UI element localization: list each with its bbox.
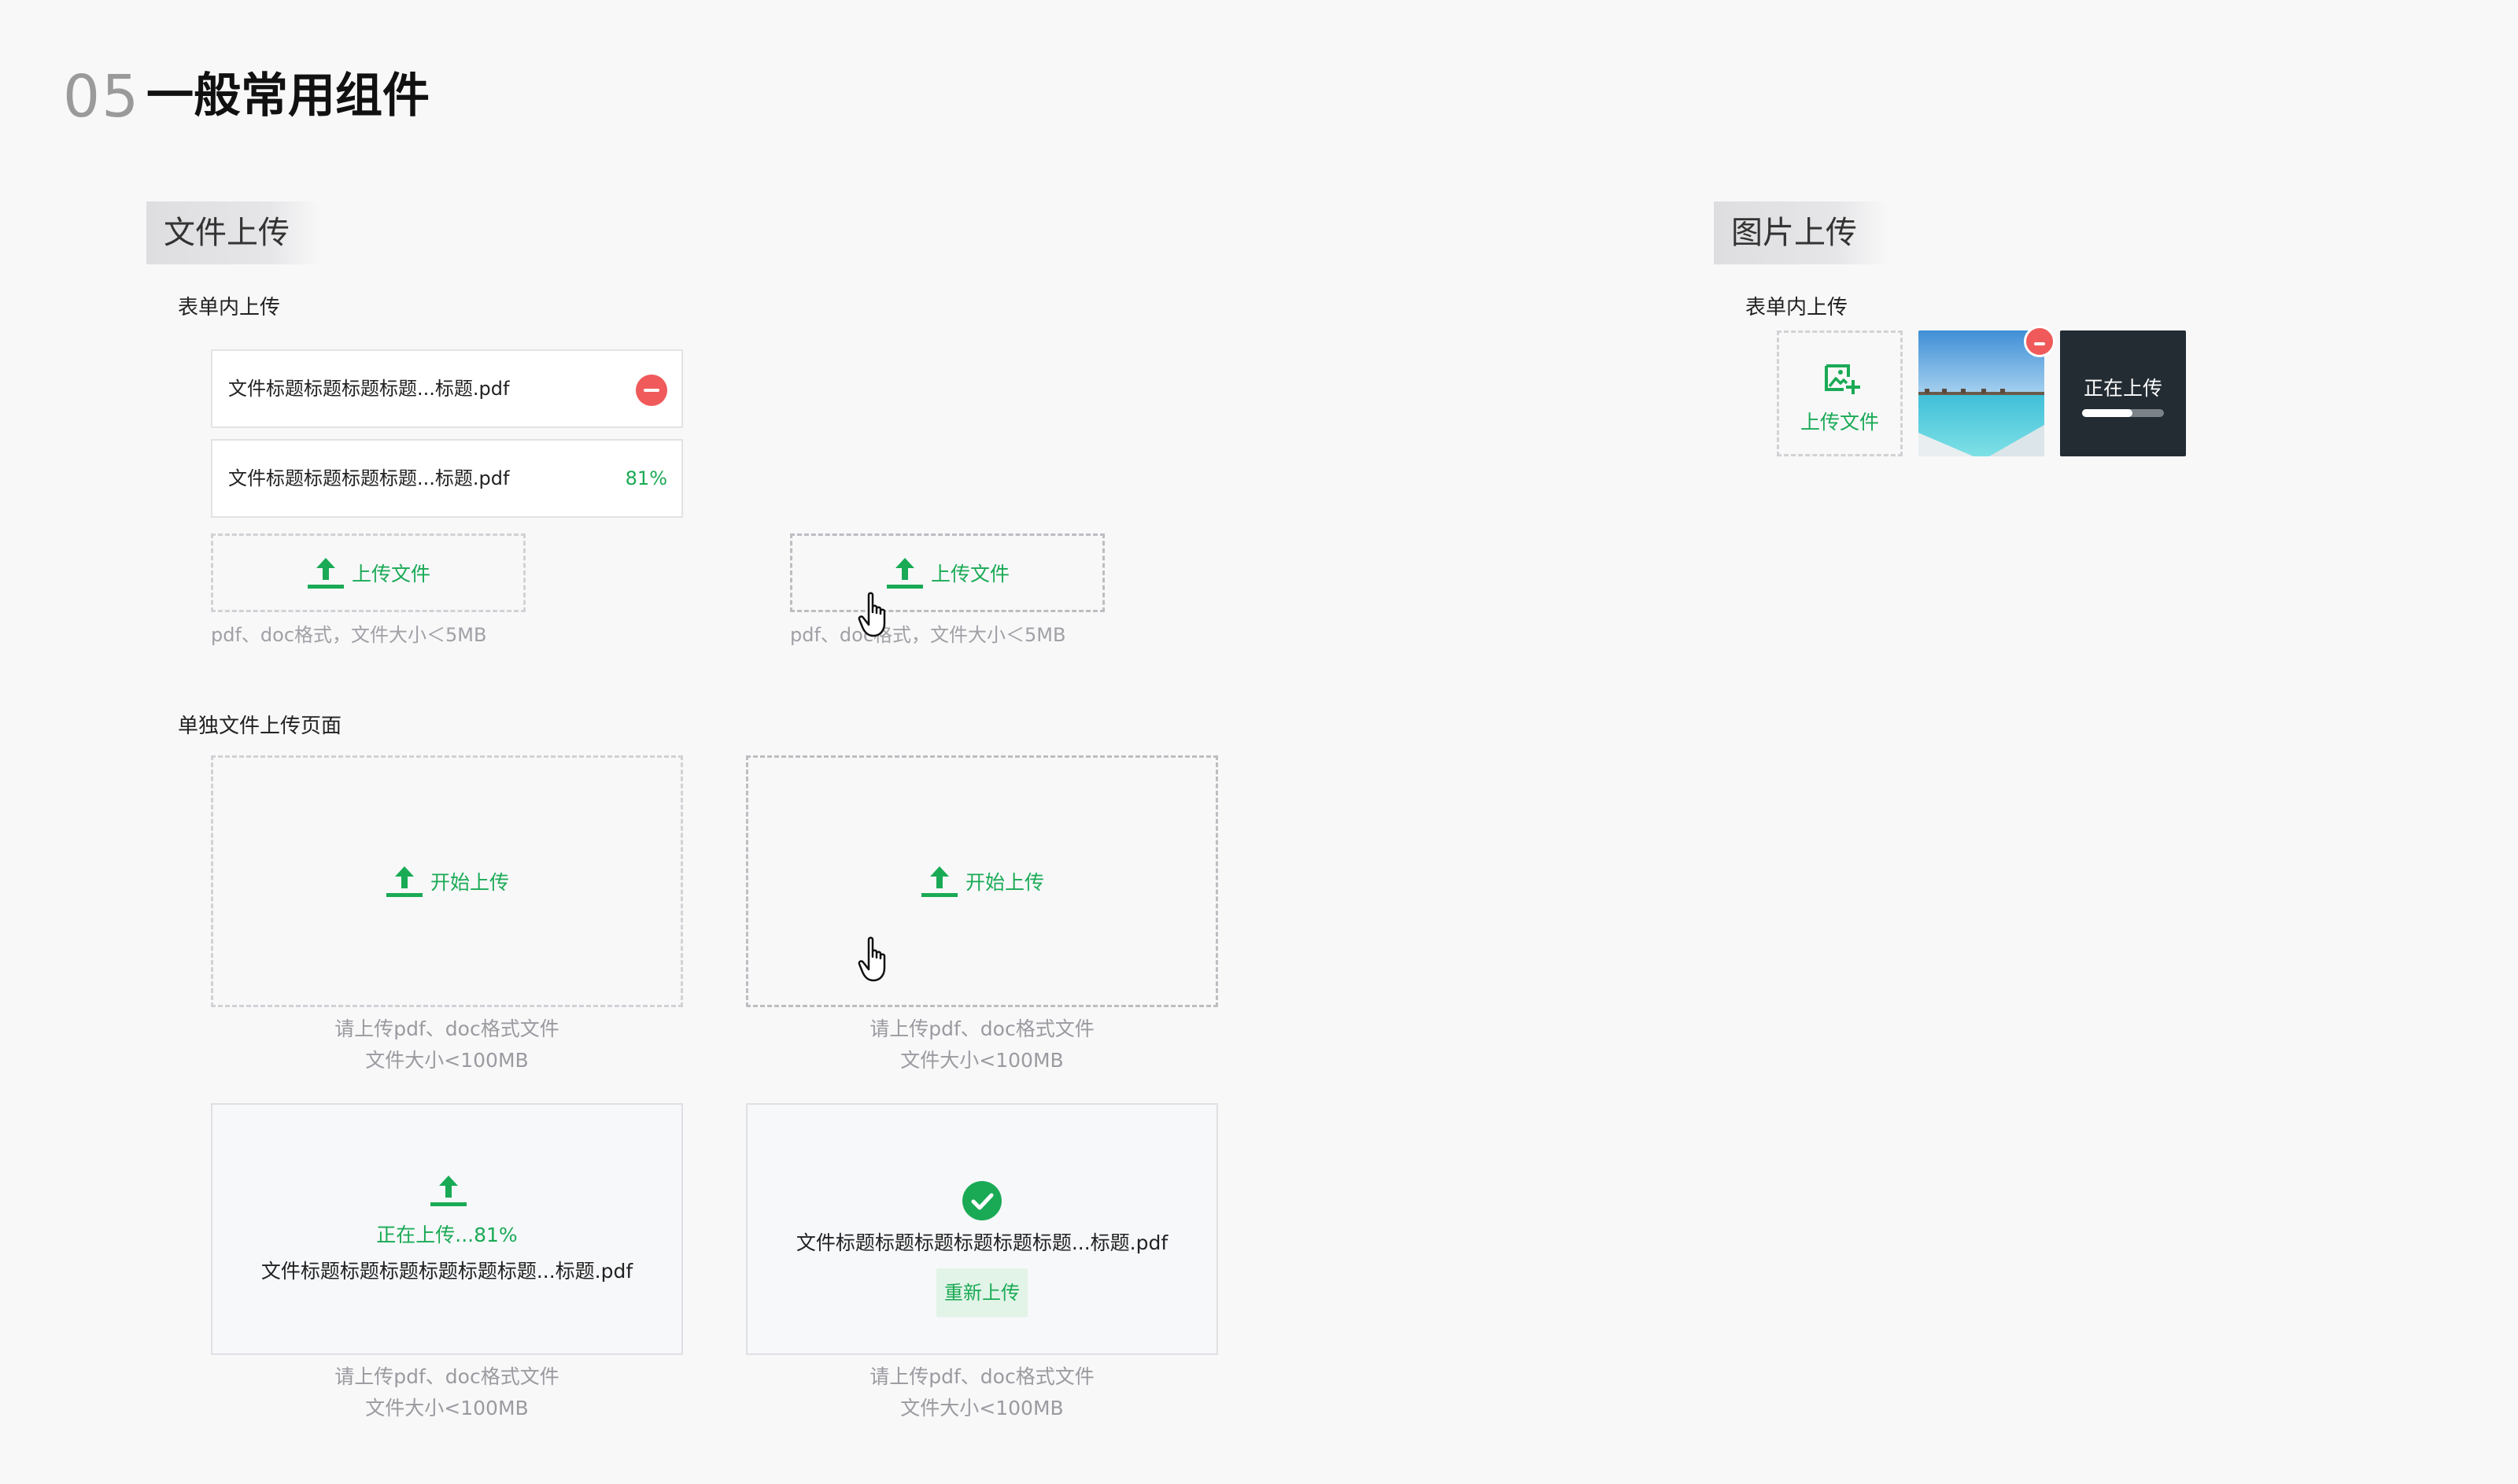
upload-arrow-icon: [430, 1176, 467, 1206]
dropzone-start-upload-hover[interactable]: 开始上传: [746, 755, 1218, 1007]
file-name: 文件标题标题标题标题...标题.pdf: [228, 378, 510, 400]
upload-arrow-icon: [921, 866, 958, 897]
upload-file-label: 上传文件: [930, 563, 1010, 585]
file-list-item: 文件标题标题标题标题...标题.pdf: [211, 349, 683, 428]
page-title: 一般常用组件: [146, 68, 430, 124]
hand-cursor-icon: [858, 592, 886, 637]
start-upload-label: 开始上传: [965, 871, 1044, 894]
hint-line-1: 请上传pdf、doc格式文件: [869, 1017, 1095, 1040]
page-upload-label: 单独文件上传页面: [178, 714, 342, 738]
upload-arrow-icon: [307, 558, 344, 589]
reupload-button[interactable]: 重新上传: [936, 1268, 1028, 1317]
upload-file-button-hover[interactable]: 上传文件: [790, 533, 1105, 612]
start-upload-label: 开始上传: [430, 871, 509, 894]
upload-arrow-icon: [886, 558, 923, 589]
done-file-name: 文件标题标题标题标题标题标题...标题.pdf: [796, 1231, 1169, 1254]
hint-line-1: 请上传pdf、doc格式文件: [334, 1017, 559, 1040]
page-number: 05: [63, 63, 141, 131]
image-upload-button[interactable]: 上传文件: [1777, 330, 1903, 456]
hint-line-1: 请上传pdf、doc格式文件: [334, 1365, 559, 1388]
upload-progress-track: [2082, 409, 2164, 417]
upload-hint: pdf、doc格式，文件大小＜5MB: [790, 624, 1066, 646]
uploading-image-label: 正在上传: [2083, 377, 2162, 400]
card-hint: 请上传pdf、doc格式文件 文件大小<100MB: [746, 1361, 1218, 1424]
upload-arrow-icon: [386, 866, 423, 897]
dropzone-hint: 请上传pdf、doc格式文件 文件大小<100MB: [746, 1013, 1218, 1076]
dropzone-start-upload[interactable]: 开始上传: [211, 755, 683, 1007]
check-circle-icon: [962, 1181, 1002, 1220]
hand-cursor-icon: [858, 936, 886, 982]
hint-line-2: 文件大小<100MB: [900, 1049, 1064, 1072]
form-upload-label: 表单内上传: [178, 296, 281, 319]
image-form-upload-label: 表单内上传: [1745, 296, 1848, 319]
remove-icon[interactable]: [2024, 326, 2055, 357]
section-title-file-upload: 文件上传: [146, 201, 321, 264]
hint-line-2: 文件大小<100MB: [365, 1397, 529, 1419]
upload-progress-text: 81%: [625, 467, 667, 489]
file-name: 文件标题标题标题标题...标题.pdf: [228, 467, 510, 489]
image-add-icon: [1825, 364, 1860, 394]
upload-file-button[interactable]: 上传文件: [211, 533, 526, 612]
hint-line-1: 请上传pdf、doc格式文件: [869, 1365, 1095, 1388]
uploading-card: 正在上传...81% 文件标题标题标题标题标题标题...标题.pdf: [211, 1103, 683, 1355]
hint-line-2: 文件大小<100MB: [365, 1049, 529, 1072]
uploading-status: 正在上传...81%: [376, 1224, 518, 1246]
upload-hint: pdf、doc格式，文件大小＜5MB: [211, 624, 487, 646]
dropzone-hint: 请上传pdf、doc格式文件 文件大小<100MB: [211, 1013, 683, 1076]
hint-line-2: 文件大小<100MB: [900, 1397, 1064, 1419]
section-title-image-upload: 图片上传: [1714, 201, 1888, 264]
uploading-image-tile: 正在上传: [2060, 330, 2186, 456]
remove-icon[interactable]: [636, 375, 667, 406]
upload-file-label: 上传文件: [351, 563, 430, 585]
card-hint: 请上传pdf、doc格式文件 文件大小<100MB: [211, 1361, 683, 1424]
image-upload-label: 上传文件: [1800, 411, 1879, 434]
upload-done-card: 文件标题标题标题标题标题标题...标题.pdf 重新上传: [746, 1103, 1218, 1355]
upload-progress-fill: [2082, 409, 2133, 417]
uploading-file-name: 文件标题标题标题标题标题标题...标题.pdf: [260, 1260, 633, 1283]
file-list-item: 文件标题标题标题标题...标题.pdf 81%: [211, 439, 683, 518]
